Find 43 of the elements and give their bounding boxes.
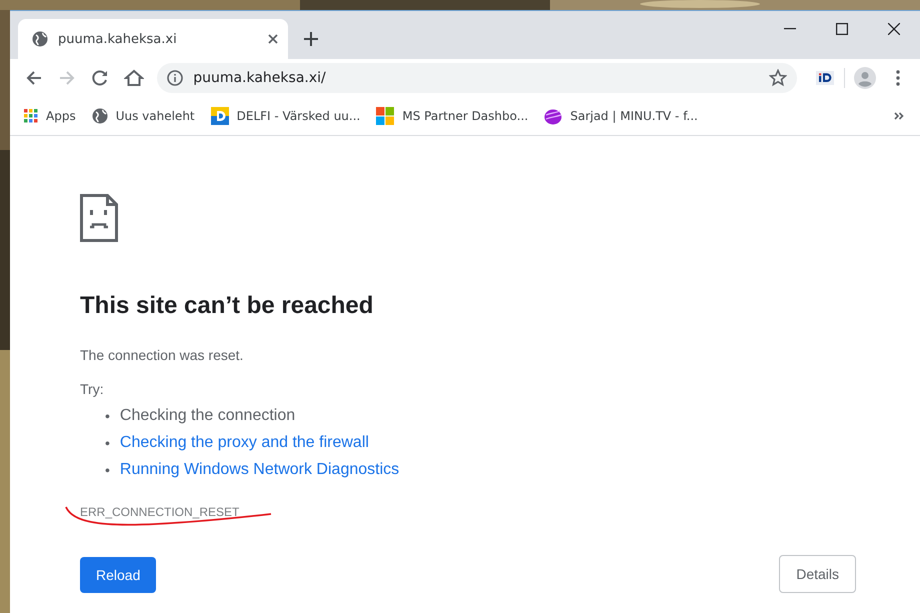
error-message: The connection was reset. bbox=[80, 347, 244, 363]
globe-icon bbox=[92, 108, 108, 124]
bullet: • bbox=[105, 406, 110, 424]
reload-icon bbox=[91, 69, 110, 87]
suggestion-text: Checking the connection bbox=[120, 406, 296, 426]
error-code: ERR_CONNECTION_RESET bbox=[80, 504, 240, 520]
home-icon bbox=[124, 69, 144, 87]
bookmark-link[interactable]: DELFI - Värsked uu... bbox=[210, 107, 360, 125]
minimize-icon bbox=[784, 28, 796, 30]
globe-icon bbox=[32, 31, 48, 47]
browser-tab[interactable]: puuma.kaheksa.xi bbox=[18, 19, 288, 59]
sad-page-icon bbox=[80, 194, 118, 242]
url-text: puuma.kaheksa.xi/ bbox=[193, 70, 327, 86]
forward-arrow-icon bbox=[58, 69, 76, 87]
bookmark-link[interactable]: MS Partner Dashbo... bbox=[376, 107, 528, 125]
suggestion-link[interactable]: Running Windows Network Diagnostics bbox=[120, 460, 400, 480]
avatar-icon bbox=[854, 67, 876, 89]
reload-button[interactable]: Reload bbox=[80, 557, 156, 593]
try-label: Try: bbox=[80, 381, 105, 397]
back-arrow-icon bbox=[24, 69, 43, 87]
bullet: • bbox=[105, 434, 110, 452]
close-icon[interactable] bbox=[268, 34, 278, 44]
striped-sphere-icon bbox=[544, 107, 562, 125]
more-vertical-icon bbox=[896, 70, 900, 86]
address-bar[interactable]: puuma.kaheksa.xi/ bbox=[157, 63, 798, 93]
close-icon bbox=[888, 23, 900, 35]
bookmark-link[interactable]: Sarjad | MINU.TV - f... bbox=[544, 107, 698, 125]
details-button[interactable]: Details bbox=[779, 555, 856, 593]
bullet: • bbox=[105, 460, 110, 478]
windows-logo-icon bbox=[376, 107, 394, 125]
bookmark-link[interactable]: Apps bbox=[24, 109, 76, 123]
info-icon bbox=[167, 70, 184, 86]
bookmark-link[interactable]: Uus vaheleht bbox=[92, 108, 195, 124]
tab-title: puuma.kaheksa.xi bbox=[58, 32, 178, 46]
error-title: This site can’t be reached bbox=[80, 291, 374, 321]
apps-grid-icon bbox=[24, 109, 38, 123]
star-icon[interactable] bbox=[769, 69, 788, 87]
plus-icon bbox=[304, 32, 318, 46]
suggestion-link[interactable]: Checking the proxy and the firewall bbox=[120, 432, 369, 452]
maximize-icon bbox=[836, 23, 848, 35]
d-logo-icon bbox=[210, 107, 229, 125]
chevron-double-right-icon[interactable] bbox=[894, 112, 904, 120]
id-logo-icon bbox=[816, 71, 834, 85]
